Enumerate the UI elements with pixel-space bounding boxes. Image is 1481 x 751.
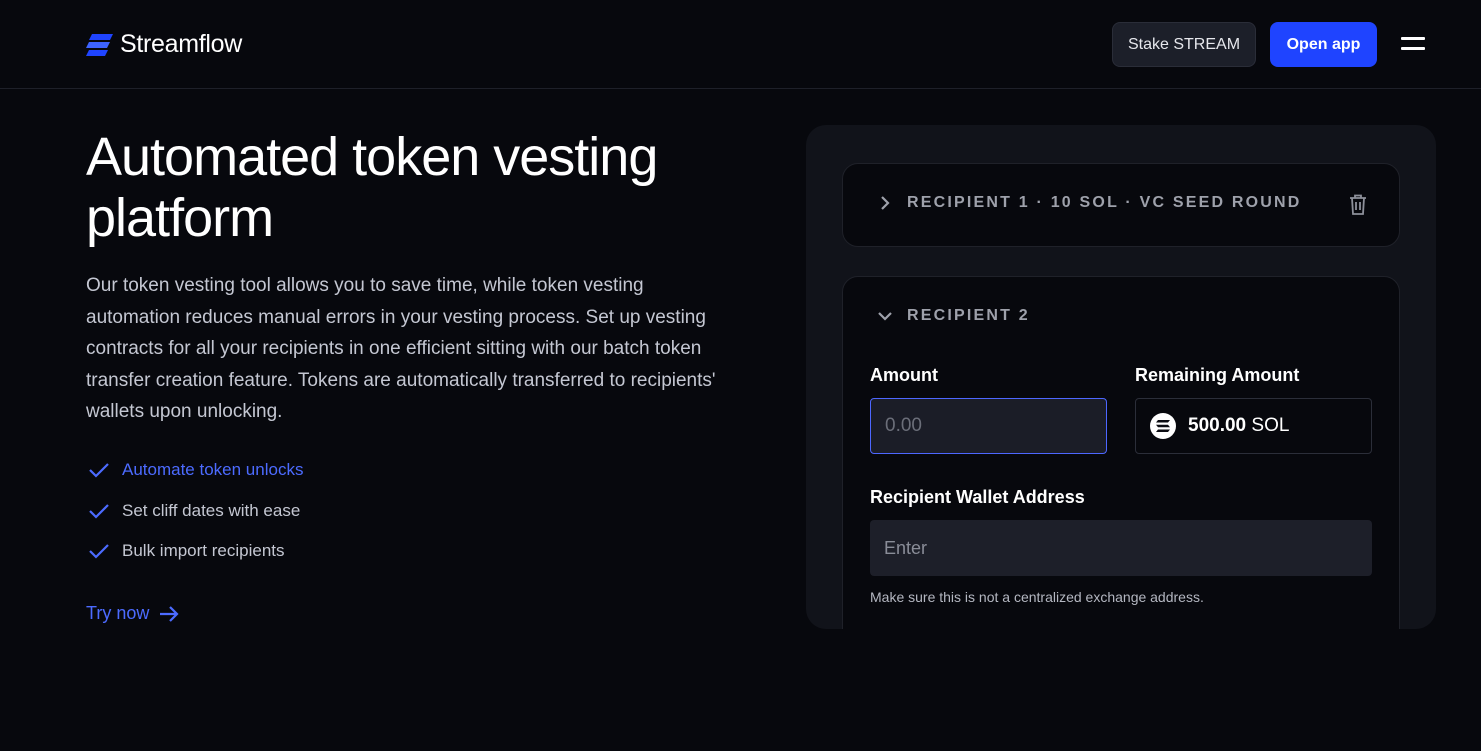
- remaining-amount-label: Remaining Amount: [1135, 365, 1300, 385]
- page-title: Automated token vesting platform: [86, 127, 658, 248]
- solana-icon: [1150, 413, 1176, 439]
- chevron-down-icon: [878, 312, 892, 321]
- check-icon: [89, 544, 109, 559]
- open-app-button[interactable]: Open app: [1270, 22, 1377, 67]
- brand-name: Streamflow: [120, 30, 243, 58]
- recipient-title: RECIPIENT 2: [907, 307, 1030, 324]
- amount-label: Amount: [870, 365, 938, 385]
- recipient-title: RECIPIENT 1 · 10 SOL · VC SEED ROUND: [907, 194, 1302, 211]
- feature-list: Automate token unlocks Set cliff dates w…: [88, 450, 303, 572]
- remaining-amount-unit: SOL: [1251, 415, 1290, 436]
- recipient-card-header[interactable]: RECIPIENT 2: [877, 307, 1030, 325]
- check-icon: [89, 463, 109, 478]
- hero-description: Our token vesting tool allows you to sav…: [86, 275, 716, 422]
- feature-label: Bulk import recipients: [122, 541, 285, 561]
- feature-label: Automate token unlocks: [122, 460, 304, 480]
- remaining-amount-display: 500.00 SOL: [1135, 398, 1372, 454]
- check-icon: [89, 503, 109, 519]
- feature-item[interactable]: Automate token unlocks: [88, 450, 303, 491]
- chevron-right-icon: [881, 196, 890, 210]
- wallet-address-hint: Make sure this is not a centralized exch…: [870, 589, 1204, 605]
- remaining-amount-value: 500.00 SOL: [1188, 415, 1289, 437]
- brand-logo[interactable]: Streamflow: [86, 30, 242, 59]
- try-now-label: Try now: [86, 603, 150, 623]
- stake-stream-button[interactable]: Stake STREAM: [1112, 22, 1256, 67]
- recipient-card-1[interactable]: RECIPIENT 1 · 10 SOL · VC SEED ROUND: [842, 163, 1400, 247]
- site-header: Streamflow Stake STREAM Open app: [0, 0, 1481, 89]
- vesting-form-panel: RECIPIENT 1 · 10 SOL · VC SEED ROUND REC…: [806, 125, 1436, 629]
- wallet-address-label: Recipient Wallet Address: [870, 487, 1085, 507]
- amount-input[interactable]: [870, 398, 1107, 454]
- hamburger-menu-icon[interactable]: [1401, 36, 1425, 52]
- wallet-address-input[interactable]: [870, 520, 1372, 576]
- trash-icon[interactable]: [1349, 194, 1367, 215]
- recipient-card-2: RECIPIENT 2 Amount Remaining Amount 500.…: [842, 276, 1400, 629]
- feature-item[interactable]: Bulk import recipients: [88, 531, 303, 572]
- recipient-card-header[interactable]: RECIPIENT 1 · 10 SOL · VC SEED ROUND: [877, 194, 1302, 212]
- streamflow-logo-icon: [86, 33, 113, 56]
- try-now-link[interactable]: Try now: [86, 603, 179, 624]
- feature-label: Set cliff dates with ease: [122, 500, 301, 520]
- arrow-right-icon: [160, 605, 179, 622]
- feature-item[interactable]: Set cliff dates with ease: [88, 491, 303, 532]
- remaining-amount-number: 500.00: [1188, 415, 1247, 436]
